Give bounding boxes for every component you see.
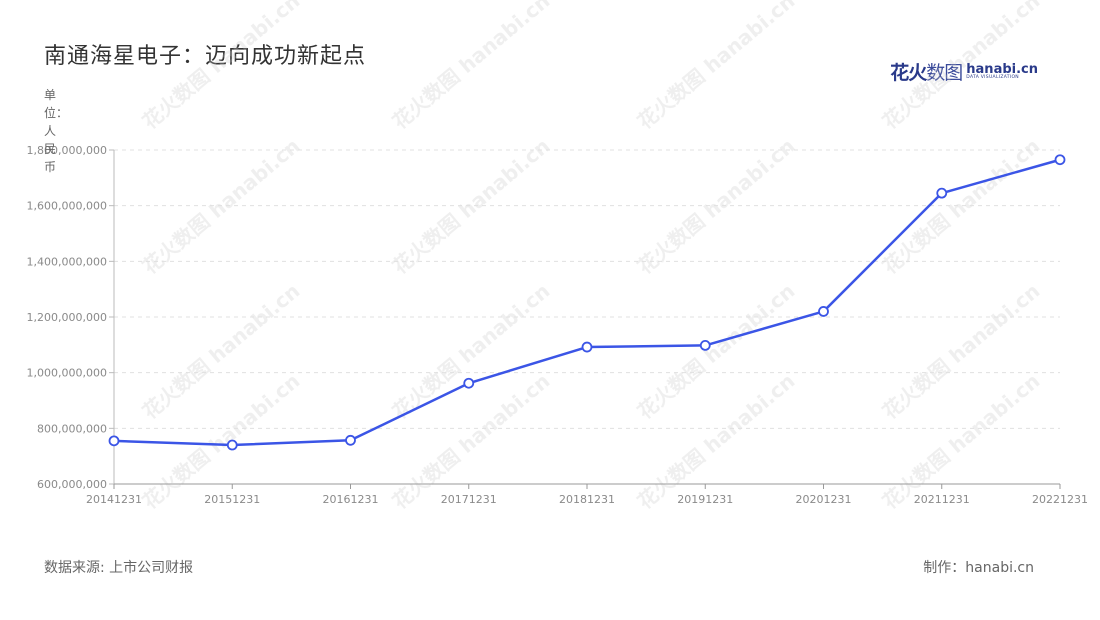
y-tick-label: 1,800,000,000 [27,144,107,157]
x-tick-label: 20151231 [204,493,260,506]
watermark: 花火数图 hanabi.cn [388,134,555,279]
y-axis-ticks: 600,000,000 800,000,000 1,000,000,000 1,200… [27,144,115,491]
data-point[interactable] [463,377,475,389]
x-axis: 20141231 20151231 20161231 20171231 20181231… [86,483,1088,506]
watermark-layer: 花火数图 hanabi.cn 花火数图 hanabi.cn 花火数图 hanabi.… [138,0,1045,514]
x-tick-label: 20171231 [441,493,497,506]
data-point[interactable] [818,306,829,317]
watermark: 花火数图 hanabi.cn [633,0,800,134]
watermark: 花火数图 hanabi.cn [138,134,305,279]
x-tick-label: 20141231 [86,493,142,506]
data-point[interactable] [345,434,356,446]
y-tick-label: 1,600,000,000 [27,200,107,213]
y-tick-label: 1,000,000,000 [27,367,107,380]
watermark: 花火数图 hanabi.cn [633,134,800,279]
watermark: 花火数图 hanabi.cn [878,134,1045,279]
x-tick-label: 20161231 [323,493,379,506]
y-tick-label: 1,200,000,000 [27,311,107,324]
watermark: 花火数图 hanabi.cn [388,0,555,134]
y-tick-label: 600,000,000 [37,478,107,491]
x-tick-label: 20181231 [559,493,615,506]
data-point[interactable] [699,339,711,351]
data-point[interactable] [581,341,593,353]
y-tick-label: 800,000,000 [37,422,107,435]
data-point[interactable] [226,439,238,451]
watermark: 花火数图 hanabi.cn [138,0,305,134]
x-tick-label: 20211231 [914,493,970,506]
x-tick-label: 20201231 [796,493,852,506]
data-point[interactable] [1054,154,1066,166]
y-axis-unit-label: 单位：人民币 [44,88,69,174]
data-source: 数据来源: 上市公司财报 [44,560,194,576]
credit: 制作：hanabi.cn [923,560,1034,576]
data-point[interactable] [108,435,120,447]
x-tick-label: 20221231 [1032,493,1088,506]
data-point[interactable] [936,187,948,199]
y-tick-label: 1,400,000,000 [27,255,107,268]
x-tick-label: 20191231 [677,493,733,506]
line-chart: 花火数图 hanabi.cn 花火数图 hanabi.cn 花火数图 hanabi.… [27,0,1088,514]
watermark: 花火数图 hanabi.cn [878,0,1045,134]
